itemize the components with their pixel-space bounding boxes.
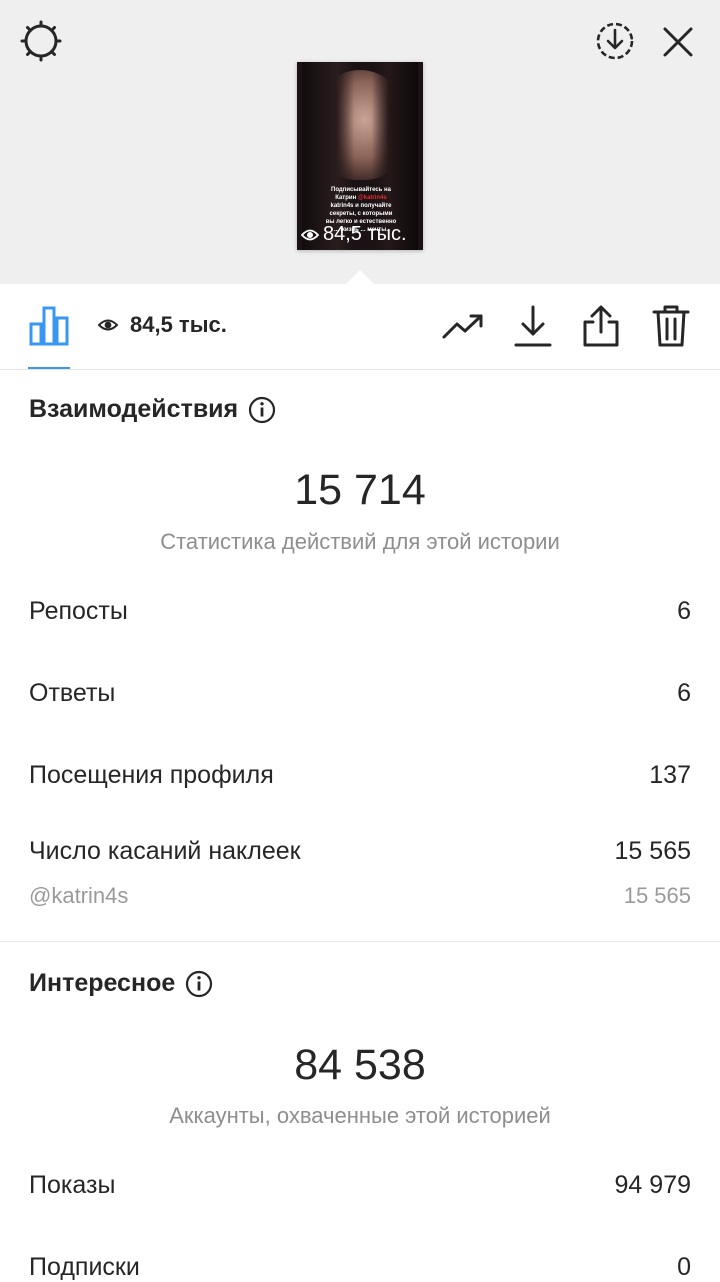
metric-row-impressions: Показы 94 979 [29,1171,691,1199]
section-divider [0,941,720,942]
delete-trash-icon[interactable] [650,303,692,349]
reach-total: 84 538 [294,1041,426,1089]
eye-icon [98,319,118,331]
eye-icon [301,229,319,240]
story-preview-area: Подписывайтесь на Катрин @katrin4s katri… [0,0,720,284]
download-icon[interactable] [512,303,554,349]
save-story-icon[interactable] [594,20,636,62]
discovery-section-title: Интересное [29,969,213,998]
story-toolbar: 84,5 тыс. [0,285,720,370]
metric-row-follows: Подписки 0 [29,1253,691,1281]
info-icon[interactable] [248,396,276,424]
promote-trend-icon[interactable] [440,307,486,347]
metric-row-replies: Ответы 6 [29,679,691,707]
active-tab-indicator [28,367,70,369]
info-icon[interactable] [185,970,213,998]
story-thumbnail[interactable]: Подписывайтесь на Катрин @katrin4s katri… [297,62,423,250]
interactions-subtitle: Статистика действий для этой истории [160,529,560,554]
settings-gear-icon[interactable] [18,18,64,64]
reach-subtitle: Аккаунты, охваченные этой историей [169,1103,551,1128]
interactions-total: 15 714 [294,466,426,514]
metric-row-reposts: Репосты 6 [29,597,691,625]
metric-row-sticker-mention: @katrin4s 15 565 [29,883,691,908]
close-icon[interactable] [658,22,698,62]
insights-chart-icon[interactable] [28,303,70,347]
story-views-overlay: 84,5 тыс. [301,223,407,246]
views-count: 84,5 тыс. [98,312,227,338]
thumbnail-pointer [345,270,375,285]
share-icon[interactable] [580,303,622,349]
interactions-section-title: Взаимодействия [29,395,276,424]
metric-row-profile-visits: Посещения профиля 137 [29,761,691,789]
metric-row-sticker-taps: Число касаний наклеек 15 565 [29,837,691,865]
